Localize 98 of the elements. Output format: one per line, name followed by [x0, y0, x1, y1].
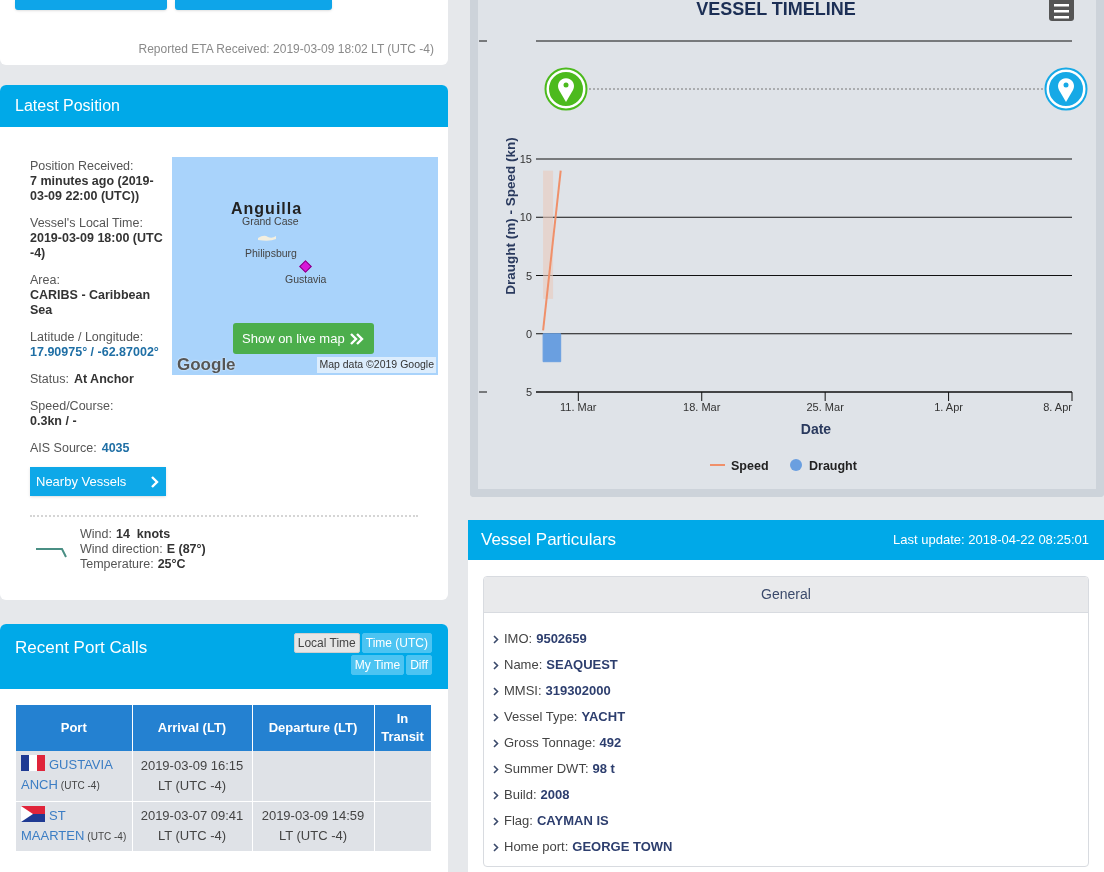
chevron-right-icon — [493, 764, 499, 774]
field-label: Position Received: — [30, 159, 135, 174]
x-tick-label: 25. Mar — [806, 401, 844, 413]
map-attribution: Map data ©2019 Google — [317, 357, 436, 373]
field-value: 4035 — [101, 441, 130, 456]
double-chevron-icon — [348, 332, 365, 345]
weather-value: 14 knots — [115, 527, 171, 542]
chevron-right-icon — [493, 842, 499, 852]
draught-area — [542, 333, 562, 363]
panel-title: Latest Position — [15, 96, 120, 116]
item-value: SEAQUEST — [546, 656, 618, 675]
field-label: Speed/Course: — [30, 399, 115, 414]
legend-label: Draught — [809, 459, 857, 473]
time-toggle-button[interactable]: Time (UTC) — [361, 633, 432, 653]
y-tick-label: 10 — [519, 211, 532, 224]
item-value: 492 — [599, 734, 622, 753]
location-pin-icon — [1044, 67, 1088, 111]
field-value: CARIBS - Caribbean Sea — [30, 288, 152, 318]
time-toggle-button[interactable]: My Time — [350, 655, 405, 675]
item-value: CAYMAN IS — [536, 812, 609, 831]
legend-dot-icon — [790, 459, 802, 471]
time-toggle-button[interactable]: Local Time — [293, 633, 360, 653]
weather-value: 25°C — [157, 557, 186, 572]
field-value: At Anchor — [73, 372, 134, 387]
item-label: MMSI: — [504, 682, 542, 701]
table-cell: 2019-03-09 16:15 LT (UTC -4) — [132, 751, 252, 801]
item-value: 9502659 — [536, 630, 587, 649]
weather-label: Wind: — [80, 527, 112, 542]
vessel-marker — [299, 260, 312, 273]
flag-icon — [21, 805, 45, 822]
chevron-right-icon — [493, 712, 499, 722]
field-label: Area: — [30, 273, 61, 288]
weather-label: Wind direction: — [80, 542, 163, 557]
x-tick-label: 11. Mar — [560, 401, 597, 413]
menu-icon — [1049, 0, 1074, 21]
y-tick-label: 15 — [519, 153, 532, 165]
x-tick-label: 1. Apr — [934, 401, 963, 413]
eta-note: Reported ETA Received: 2019-03-09 18:02 LT (UTC -4) — [138, 41, 434, 58]
table-cell: 2019-03-07 09:41 LT (UTC -4) — [132, 801, 252, 851]
column-header: Arrival (LT) — [132, 705, 252, 751]
item-label: Summer DWT: — [504, 760, 589, 779]
item-label: IMO: — [504, 630, 533, 649]
time-toggle-button[interactable]: Diff — [406, 655, 432, 675]
weather-label: Temperature: — [80, 557, 154, 572]
map-label: Gustavia — [285, 272, 327, 287]
chevron-right-icon — [493, 790, 499, 800]
chevron-right-icon — [493, 738, 499, 748]
x-axis-title: Date — [800, 421, 832, 437]
column-header: Port — [16, 705, 132, 751]
item-label: Name: — [504, 656, 543, 675]
item-value: GEORGE TOWN — [572, 838, 673, 857]
chevron-right-icon — [493, 686, 499, 696]
action-button[interactable] — [175, 0, 332, 10]
flag-icon — [21, 755, 45, 772]
weather-value: E (87°) — [166, 542, 206, 557]
y-tick-label: 0 — [525, 327, 532, 340]
field-value: 0.3kn / - — [30, 414, 78, 429]
action-button[interactable] — [15, 0, 167, 10]
chevron-right-icon — [493, 634, 499, 644]
chevron-right-icon — [493, 660, 499, 670]
field-label: Status: — [30, 372, 69, 387]
last-update: Last update: 2018-04-22 08:25:01 — [893, 531, 1089, 550]
field-value: 17.90975° / -62.87002° — [30, 345, 160, 360]
chevron-right-icon — [150, 475, 160, 488]
field-value: 7 minutes ago (2019-03-09 22:00 (UTC)) — [30, 174, 155, 204]
chart-title: VESSEL TIMELINE — [696, 0, 856, 19]
field-label: Vessel's Local Time: — [30, 216, 144, 231]
y-tick-label: 5 — [525, 386, 532, 398]
map-logo: Google — [177, 354, 236, 376]
field-label: Latitude / Longitude: — [30, 330, 145, 345]
field-label: AIS Source: — [30, 441, 97, 456]
show-on-live-map-button[interactable]: Show on live map — [233, 323, 374, 354]
item-value: YACHT — [581, 708, 626, 727]
legend-line-icon — [709, 464, 726, 466]
item-value: 98 t — [592, 760, 615, 779]
x-tick-label: 18. Mar — [683, 401, 721, 413]
item-label: Home port: — [504, 838, 569, 857]
item-value: 319302000 — [545, 682, 611, 701]
panel-title: Recent Port Calls — [15, 637, 148, 659]
column-header: In Transit — [374, 705, 431, 751]
field-value: 2019-03-09 18:00 (UTC -4) — [30, 231, 164, 261]
location-pin-icon — [544, 67, 588, 111]
panel-title: Vessel Particulars — [481, 529, 617, 552]
x-tick-label: 8. Apr — [1043, 401, 1072, 413]
item-label: Gross Tonnage: — [504, 734, 596, 753]
nearby-vessels-button[interactable]: Nearby Vessels — [30, 467, 166, 496]
legend-label: Speed — [731, 459, 769, 473]
section-title: General — [761, 585, 811, 604]
item-label: Flag: — [504, 812, 533, 831]
y-tick-label: 5 — [525, 269, 532, 282]
y-axis-title: Draught (m) - Speed (kn) — [503, 137, 518, 295]
item-label: Build: — [504, 786, 537, 805]
item-label: Vessel Type: — [504, 708, 578, 727]
chevron-right-icon — [493, 816, 499, 826]
map-label: Philipsburg — [245, 246, 297, 261]
table-cell: 2019-03-09 14:59 LT (UTC -4) — [252, 801, 374, 851]
column-header: Departure (LT) — [252, 705, 374, 751]
item-value: 2008 — [540, 786, 570, 805]
